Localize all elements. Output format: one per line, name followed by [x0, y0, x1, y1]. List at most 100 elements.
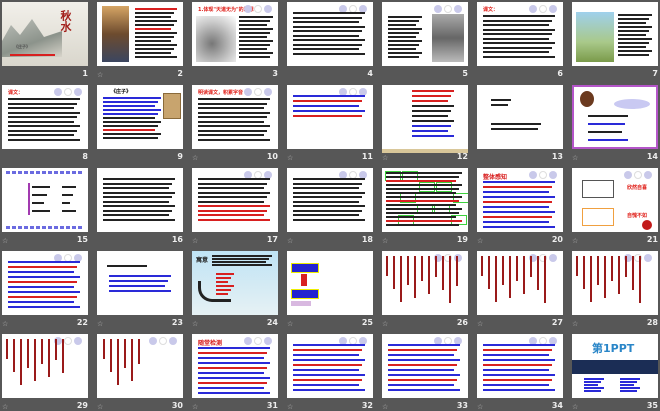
- slide-thumbnail-30[interactable]: [97, 334, 183, 398]
- decor-circle: [244, 88, 252, 96]
- animation-star-icon[interactable]: ☆: [192, 237, 198, 245]
- text-line: [386, 180, 456, 182]
- book-image: [163, 93, 181, 119]
- slide-thumbnail-29[interactable]: [2, 334, 88, 398]
- text-line: [388, 349, 457, 351]
- slide-number: 11: [361, 152, 373, 161]
- animation-star-icon[interactable]: ☆: [2, 403, 8, 411]
- slide-thumbnail-1[interactable]: 秋水 《庄子》: [2, 2, 88, 66]
- text-line: [293, 12, 365, 14]
- slide-thumbnail-15[interactable]: [2, 168, 88, 232]
- landscape-painting: [2, 19, 62, 57]
- slide-thumbnail-25[interactable]: [287, 251, 373, 315]
- text-line: [618, 18, 649, 20]
- decor-circle: [264, 337, 272, 345]
- text-line: [412, 125, 451, 127]
- slide-thumbnail-11[interactable]: [287, 85, 373, 149]
- text-line: [483, 364, 552, 366]
- slide-thumbnail-16[interactable]: [97, 168, 183, 232]
- text-line: [135, 52, 171, 54]
- animation-star-icon[interactable]: ☆: [97, 403, 103, 411]
- text-line: [584, 390, 601, 392]
- text-line: [483, 46, 552, 49]
- slide-thumbnail-24[interactable]: 寓意: [192, 251, 278, 315]
- slide-thumbnail-33[interactable]: [382, 334, 468, 398]
- animation-star-icon[interactable]: ☆: [572, 154, 578, 162]
- text-line: [412, 135, 454, 137]
- slide-thumbnail-6[interactable]: 课文：: [477, 2, 563, 66]
- animation-star-icon[interactable]: ☆: [382, 237, 388, 245]
- text-line: [32, 186, 50, 188]
- slide-thumbnail-23[interactable]: [97, 251, 183, 315]
- slide-thumbnail-14[interactable]: [572, 85, 658, 149]
- slide-thumbnail-5[interactable]: [382, 2, 468, 66]
- slide-thumbnail-12[interactable]: [382, 85, 468, 153]
- text-line: [8, 261, 80, 263]
- slide-thumbnail-17[interactable]: [192, 168, 278, 232]
- text-line: [293, 349, 362, 351]
- animation-star-icon[interactable]: ☆: [2, 320, 8, 328]
- slide-thumbnail-13[interactable]: [477, 85, 563, 149]
- slide-thumbnail-18[interactable]: [287, 168, 373, 232]
- slide-thumbnail-31[interactable]: 随堂检测: [192, 334, 278, 398]
- text-line: [412, 115, 448, 117]
- slide-number: 7: [652, 69, 658, 78]
- text-line: [103, 137, 158, 139]
- slide-thumbnail-26[interactable]: [382, 251, 468, 315]
- slide-thumbnail-20[interactable]: 整体感知: [477, 168, 563, 232]
- animation-star-icon[interactable]: ☆: [477, 320, 483, 328]
- slide-thumbnail-21[interactable]: 欣然自喜 自愧不如: [572, 168, 658, 232]
- animation-star-icon[interactable]: ☆: [97, 71, 103, 79]
- slide-thumbnail-32[interactable]: [287, 334, 373, 398]
- animation-star-icon[interactable]: ☆: [97, 320, 103, 328]
- text-column: [632, 256, 634, 290]
- animation-star-icon[interactable]: ☆: [572, 403, 578, 411]
- slide-thumbnail-4[interactable]: [287, 2, 373, 66]
- text-column: [117, 339, 119, 385]
- animation-star-icon[interactable]: ☆: [2, 237, 8, 245]
- slide-thumbnail-7[interactable]: [572, 2, 658, 66]
- text-line: [483, 211, 555, 213]
- animation-star-icon[interactable]: ☆: [477, 237, 483, 245]
- text-column: [400, 256, 402, 302]
- slide-thumbnail-28[interactable]: [572, 251, 658, 315]
- slide-thumbnail-2[interactable]: [97, 2, 183, 66]
- animation-star-icon[interactable]: ☆: [287, 154, 293, 162]
- slide-thumbnail-3[interactable]: 1.体现"天道无为"的思想: [192, 2, 278, 66]
- slide-thumbnail-34[interactable]: [477, 334, 563, 398]
- animation-star-icon[interactable]: ☆: [572, 320, 578, 328]
- animation-star-icon[interactable]: ☆: [477, 403, 483, 411]
- answer-label: 欣然自喜: [627, 185, 648, 191]
- text-line: [239, 56, 270, 58]
- slide-thumbnail-27[interactable]: [477, 251, 563, 315]
- slide-thumbnail-22[interactable]: [2, 251, 88, 315]
- text-column: [55, 339, 57, 360]
- text-line: [198, 372, 264, 374]
- animation-star-icon[interactable]: ☆: [287, 320, 293, 328]
- text-line: [135, 24, 174, 26]
- text-line: [293, 354, 359, 356]
- animation-star-icon[interactable]: ☆: [192, 154, 198, 162]
- text-line: [483, 359, 555, 361]
- animation-star-icon[interactable]: ☆: [572, 237, 578, 245]
- slide-thumbnail-35[interactable]: 第1PPT: [572, 334, 658, 398]
- slide-thumbnail-8[interactable]: 课文：: [2, 85, 88, 149]
- text-line: [386, 208, 462, 210]
- animation-star-icon[interactable]: ☆: [192, 403, 198, 411]
- box: [291, 301, 311, 306]
- decor-circle: [254, 5, 262, 13]
- animation-star-icon[interactable]: ☆: [287, 403, 293, 411]
- slide-thumbnail-9[interactable]: 《庄子》: [97, 85, 183, 149]
- animation-star-icon[interactable]: ☆: [287, 237, 293, 245]
- berries-icon: [642, 220, 652, 230]
- quote-box: [582, 208, 614, 226]
- slide-thumbnail-19[interactable]: [382, 168, 468, 232]
- animation-star-icon[interactable]: ☆: [382, 154, 388, 162]
- slide-thumbnail-10[interactable]: 明读课文，积累字音: [192, 85, 278, 149]
- text-line: [8, 296, 77, 298]
- animation-star-icon[interactable]: ☆: [382, 320, 388, 328]
- animation-star-icon[interactable]: ☆: [192, 320, 198, 328]
- animation-star-icon[interactable]: ☆: [382, 403, 388, 411]
- text-column: [516, 256, 518, 281]
- text-line: [412, 100, 448, 102]
